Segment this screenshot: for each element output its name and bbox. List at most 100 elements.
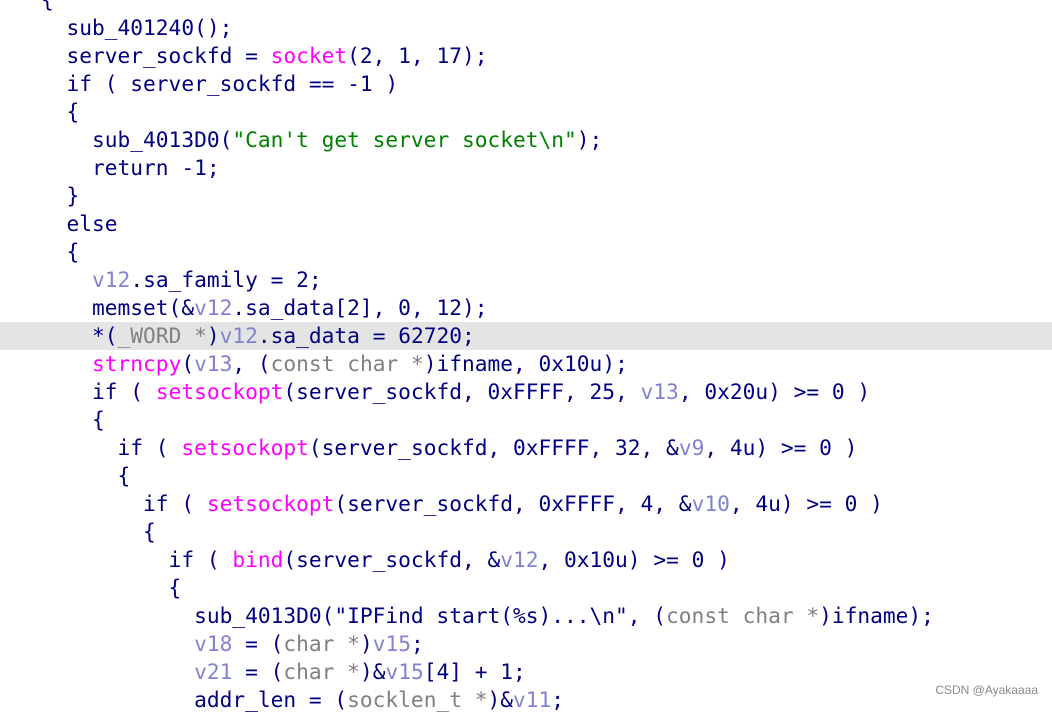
function-call-token: bind [232, 547, 284, 572]
code-text: if ( [41, 435, 182, 460]
code-text: memset(& [41, 295, 195, 320]
code-text: if ( [41, 491, 207, 516]
variable-token: v12 [92, 267, 131, 292]
code-line[interactable]: { [0, 462, 1052, 490]
code-line[interactable]: if ( setsockopt(server_sockfd, 0xFFFF, 3… [0, 434, 1052, 462]
function-call-token: socket [270, 43, 348, 68]
code-line[interactable]: strncpy(v13, (const char *)ifname, 0x10u… [0, 350, 1052, 378]
code-text: .sa_family = 2; [130, 267, 322, 292]
code-text: sub_4013D0("IPFind start(%s)...\n", ( [41, 603, 667, 628]
code-text: addr_len = ( [41, 687, 348, 712]
code-text: ) [359, 631, 373, 656]
code-line[interactable]: v21 = (char *)&v15[4] + 1; [0, 658, 1052, 686]
code-text: (server_sockfd, 0xFFFF, 4, & [334, 491, 692, 516]
code-text: = ( [232, 659, 284, 684]
code-line[interactable]: { [0, 406, 1052, 434]
variable-token: v12 [500, 547, 539, 572]
code-line[interactable]: if ( server_sockfd == -1 ) [0, 70, 1052, 98]
code-text: { [41, 575, 182, 600]
code-line[interactable]: server_sockfd = socket(2, 1, 17); [0, 42, 1052, 70]
code-line[interactable]: sub_4013D0("IPFind start(%s)...\n", (con… [0, 602, 1052, 630]
type-cast-token: char * [283, 631, 360, 656]
code-line[interactable]: if ( setsockopt(server_sockfd, 0xFFFF, 4… [0, 490, 1052, 518]
code-text: , 4u) >= 0 ) [704, 435, 858, 460]
code-text: { [41, 519, 156, 544]
code-line[interactable]: v18 = (char *)v15; [0, 630, 1052, 658]
code-line[interactable]: sub_401240(); [0, 14, 1052, 42]
code-text: { [41, 0, 54, 12]
code-text: { [41, 463, 131, 488]
code-text: )& [487, 687, 513, 712]
code-line[interactable]: { [0, 238, 1052, 266]
type-cast-token: char * [283, 659, 360, 684]
variable-token: v12 [219, 323, 258, 348]
code-text: )ifname, 0x10u); [423, 351, 628, 376]
code-text: , ( [232, 351, 271, 376]
variable-token: v13 [640, 379, 679, 404]
code-text: { [41, 407, 105, 432]
code-text: if ( [41, 379, 156, 404]
code-text: ); [576, 127, 603, 152]
code-text: ; [551, 687, 565, 712]
code-text: ) [206, 323, 220, 348]
variable-token: v13 [194, 351, 233, 376]
code-text: if ( server_sockfd == -1 ) [41, 71, 399, 96]
code-line[interactable]: memset(&v12.sa_data[2], 0, 12); [0, 294, 1052, 322]
code-text: ( [181, 351, 195, 376]
code-text: else [41, 211, 118, 236]
type-cast-token: const char * [666, 603, 820, 628]
code-text: , 0x20u) >= 0 ) [678, 379, 871, 404]
code-text: )ifname); [819, 603, 934, 628]
variable-token: v11 [513, 687, 552, 712]
code-line[interactable]: { [0, 574, 1052, 602]
code-text: .sa_data[2], 0, 12); [232, 295, 488, 320]
code-line[interactable]: if ( setsockopt(server_sockfd, 0xFFFF, 2… [0, 378, 1052, 406]
code-line[interactable]: { [0, 518, 1052, 546]
type-cast-token: _WORD * [117, 323, 207, 348]
code-line[interactable]: sub_4013D0("Can't get server socket\n"); [0, 126, 1052, 154]
code-text: (2, 1, 17); [347, 43, 488, 68]
code-text: , 4u) >= 0 ) [729, 491, 883, 516]
code-text: sub_4013D0( [41, 127, 233, 152]
code-text: (server_sockfd, 0xFFFF, 32, & [308, 435, 679, 460]
code-text: if ( [41, 547, 233, 572]
watermark: CSDN @Ayakaaaa [935, 683, 1038, 697]
highlighted-code-line[interactable]: *(_WORD *)v12.sa_data = 62720; [0, 322, 1052, 350]
code-text: [4] + 1; [423, 659, 526, 684]
code-text: sub_401240(); [41, 15, 233, 40]
variable-token: v15 [372, 631, 411, 656]
pseudocode-view: { sub_401240(); server_sockfd = socket(2… [0, 0, 1052, 714]
function-call-token: setsockopt [155, 379, 284, 404]
code-line[interactable]: addr_len = (socklen_t *)&v11; [0, 686, 1052, 714]
code-text: )& [359, 659, 386, 684]
type-cast-token: socklen_t * [347, 687, 488, 712]
code-line[interactable]: { [0, 0, 1052, 14]
code-line[interactable]: if ( bind(server_sockfd, &v12, 0x10u) >=… [0, 546, 1052, 574]
type-cast-token: const char * [270, 351, 424, 376]
code-text: { [41, 99, 80, 124]
code-text: ; [410, 631, 424, 656]
variable-token: v9 [678, 435, 705, 460]
code-text: { [41, 239, 80, 264]
code-text: , 0x10u) >= 0 ) [538, 547, 730, 572]
code-text: } [41, 183, 80, 208]
code-line[interactable]: } [0, 182, 1052, 210]
code-text: (server_sockfd, & [283, 547, 501, 572]
variable-token: v21 [194, 659, 233, 684]
code-line[interactable]: { [0, 98, 1052, 126]
function-call-token: setsockopt [206, 491, 335, 516]
variable-token: v10 [691, 491, 730, 516]
variable-token: v15 [385, 659, 424, 684]
code-line[interactable]: v12.sa_family = 2; [0, 266, 1052, 294]
function-call-token: strncpy [92, 351, 182, 376]
code-line[interactable]: else [0, 210, 1052, 238]
variable-token: v18 [194, 631, 233, 656]
code-text: .sa_data = 62720; [257, 323, 475, 348]
code-text: = ( [232, 631, 284, 656]
code-line[interactable]: return -1; [0, 154, 1052, 182]
code-text: return -1; [41, 155, 220, 180]
